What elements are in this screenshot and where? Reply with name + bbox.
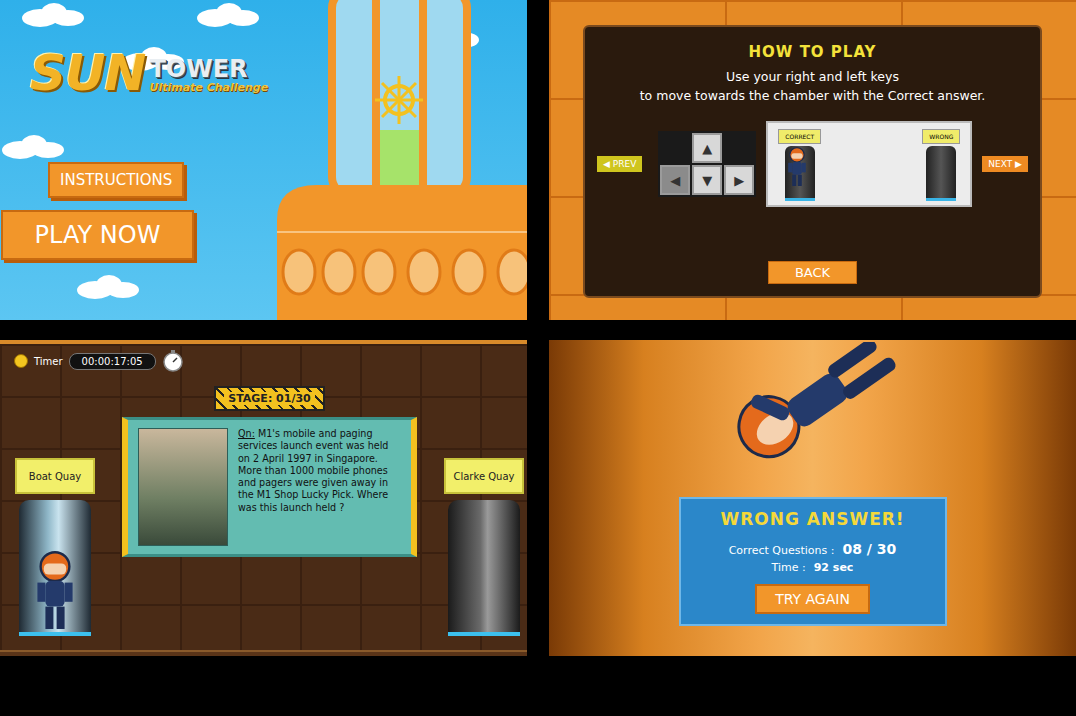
timer-value: 00:00:17:05	[69, 353, 156, 370]
runner-icon	[785, 146, 809, 188]
back-button[interactable]: BACK	[768, 261, 857, 284]
result-dialog: WRONG ANSWER! Correct Questions :08 / 30 T…	[679, 497, 947, 626]
answer-option[interactable]: Boat Quay	[15, 458, 95, 494]
timer-bar: Timer00:00:17:05	[0, 344, 527, 378]
play-button[interactable]: PLAY NOW	[1, 210, 194, 260]
right-key: ▶	[724, 165, 754, 195]
instructions-button[interactable]: INSTRUCTIONS	[48, 162, 184, 198]
result-stat: Time :92 sec	[772, 561, 854, 574]
board-title: HOW TO PLAY	[749, 43, 877, 61]
demo-illustration: CORRECT WRONG	[766, 121, 972, 207]
answer-chamber	[448, 500, 520, 636]
floor	[0, 650, 527, 656]
instructions-board: HOW TO PLAY Use your right and left keys t…	[583, 25, 1042, 298]
tower-icon	[277, 0, 527, 320]
demo-chamber: CORRECT	[778, 129, 821, 201]
prev-button[interactable]: ◀ PREV	[597, 156, 642, 172]
demo-chamber: WRONG	[922, 129, 960, 201]
how-to-play-screen: HOW TO PLAY Use your right and left keys t…	[549, 0, 1076, 320]
result-screen: WRONG ANSWER! Correct Questions :08 / 30 T…	[549, 340, 1076, 656]
timer-dot-icon	[14, 354, 28, 368]
stopwatch-icon	[162, 350, 184, 372]
question-photo	[138, 428, 228, 546]
up-key: ▲	[692, 133, 722, 163]
down-key: ▼	[692, 165, 722, 195]
question-text: Qn:M1's mobile and paging services launc…	[238, 428, 401, 546]
title-screen: SUNTOWERUltimate Challenge INSTRUCTIONS PL…	[0, 0, 527, 320]
character-icon	[31, 549, 79, 632]
gameplay-screen: Timer00:00:17:05 Boat Quay STAGE: 01/30 Qn:…	[0, 340, 527, 656]
instruction-line: Use your right and left keys	[726, 69, 899, 84]
screenshot-collage: SUNTOWERUltimate Challenge INSTRUCTIONS PL…	[0, 0, 1076, 716]
question-card: Qn:M1's mobile and paging services launc…	[122, 417, 417, 557]
next-button[interactable]: NEXT ▶	[982, 156, 1028, 172]
left-key: ◀	[660, 165, 690, 195]
game-logo: SUNTOWERUltimate Challenge	[30, 48, 268, 98]
falling-character-icon	[699, 342, 934, 482]
result-title: WRONG ANSWER!	[720, 509, 904, 529]
try-again-button[interactable]: TRY AGAIN	[755, 584, 870, 614]
instruction-line: to move towards the chamber with the Cor…	[640, 88, 986, 103]
arrow-keys: ▲◀▼▶	[658, 131, 756, 197]
answer-option[interactable]: Clarke Quay	[444, 458, 524, 494]
result-stat: Correct Questions :08 / 30	[729, 541, 897, 557]
answer-chamber	[19, 500, 91, 636]
stage-label: STAGE: 01/30	[214, 386, 325, 411]
